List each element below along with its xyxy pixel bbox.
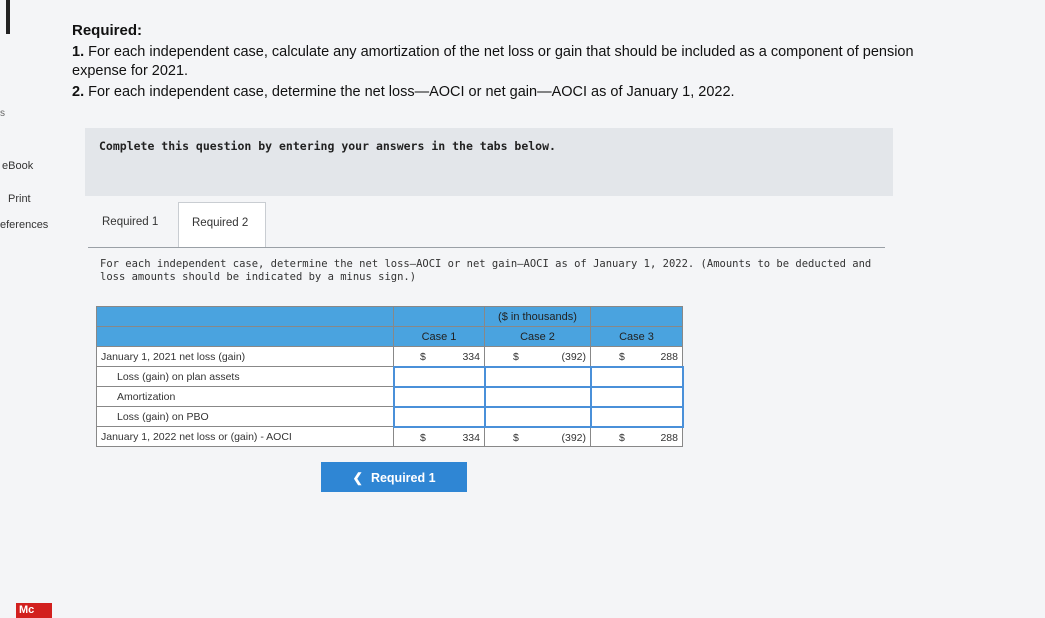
column-header-case-3: Case 3 — [590, 326, 683, 347]
aoci-table: ($ in thousands) Case 1 Case 2 Case 3 Ja… — [96, 306, 684, 447]
currency-symbol: $ — [513, 431, 519, 444]
table-row: Amortization — [96, 385, 684, 408]
table-header-blank-2 — [393, 306, 485, 327]
currency-symbol: $ — [619, 351, 625, 363]
row-label-loss-pbo: Loss (gain) on PBO — [96, 406, 394, 427]
row-label-jan-2022: January 1, 2022 net loss or (gain) - AOC… — [96, 426, 394, 447]
value: (392) — [561, 431, 586, 444]
sidebar-ebook-link[interactable]: eBook — [2, 160, 33, 172]
required-item-1-num: 1. — [72, 44, 85, 60]
value: (392) — [561, 351, 586, 363]
input-case-3-amortization[interactable] — [589, 385, 684, 408]
cell-case-3-jan-2022: $ 288 — [590, 426, 683, 447]
top-edge-mark — [6, 0, 10, 34]
required-item-1: 1. For each independent case, calculate … — [72, 43, 972, 81]
input-case-3-plan-assets[interactable] — [589, 365, 684, 388]
value: 288 — [660, 431, 678, 444]
currency-symbol: $ — [420, 351, 426, 363]
chevron-left-icon: ❮ — [352, 471, 363, 485]
value: 334 — [462, 431, 480, 444]
row-label-loss-plan-assets: Loss (gain) on plan assets — [96, 366, 394, 387]
input-case-2-amortization[interactable] — [483, 385, 592, 408]
tab-required-1[interactable]: Required 1 — [88, 202, 176, 246]
required-item-2-text: For each independent case, determine the… — [88, 84, 735, 100]
value: 288 — [660, 351, 678, 363]
table-header-blank-3 — [590, 306, 683, 327]
cell-case-2-jan-2022: $ (392) — [484, 426, 591, 447]
tab-required-2[interactable]: Required 2 — [178, 202, 266, 248]
currency-symbol: $ — [513, 351, 519, 363]
column-header-case-1: Case 1 — [393, 326, 485, 347]
cell-case-1-jan-2021: $ 334 — [393, 346, 485, 367]
row-label-amortization: Amortization — [96, 386, 394, 407]
question-text: For each independent case, determine the… — [100, 258, 872, 283]
cell-case-3-jan-2021: $ 288 — [590, 346, 683, 367]
column-header-case-2: Case 2 — [484, 326, 591, 347]
left-sidebar: s eBook Print eferences Mc — [0, 0, 58, 618]
currency-symbol: $ — [420, 431, 426, 444]
value: 334 — [462, 351, 480, 363]
instruction-text: Complete this question by entering your … — [99, 139, 556, 153]
units-header: ($ in thousands) — [484, 306, 591, 327]
required-1-nav-button[interactable]: ❮ Required 1 — [321, 462, 467, 492]
table-row: January 1, 2022 net loss or (gain) - AOC… — [96, 426, 683, 447]
instruction-box: Complete this question by entering your … — [85, 128, 893, 196]
sidebar-fragment: s — [0, 108, 5, 119]
cell-case-1-jan-2022: $ 334 — [393, 426, 485, 447]
required-item-2: 2. For each independent case, determine … — [72, 83, 735, 102]
required-item-2-num: 2. — [72, 84, 85, 100]
table-row: January 1, 2021 net loss (gain) $ 334 $ … — [96, 346, 683, 367]
sidebar-references-link[interactable]: eferences — [0, 219, 48, 231]
table-header-blank — [96, 306, 394, 327]
sidebar-print-link[interactable]: Print — [8, 193, 31, 205]
tab-divider — [88, 247, 885, 248]
required-item-1-text: For each independent case, calculate any… — [72, 44, 914, 79]
cell-case-2-jan-2021: $ (392) — [484, 346, 591, 367]
input-case-3-pbo[interactable] — [589, 405, 684, 428]
currency-symbol: $ — [619, 431, 625, 444]
input-case-2-pbo[interactable] — [483, 405, 592, 428]
table-row: Loss (gain) on plan assets — [96, 365, 684, 388]
nav-button-label: Required 1 — [370, 471, 436, 485]
table-header-label-col — [96, 326, 394, 347]
input-case-1-amortization[interactable] — [392, 385, 486, 408]
table-row: Loss (gain) on PBO — [96, 405, 684, 428]
mcgraw-logo: Mc — [16, 603, 52, 618]
input-case-2-plan-assets[interactable] — [483, 365, 592, 388]
required-heading: Required: — [72, 22, 143, 39]
input-case-1-plan-assets[interactable] — [392, 365, 486, 388]
input-case-1-pbo[interactable] — [392, 405, 486, 428]
row-label-jan-2021: January 1, 2021 net loss (gain) — [96, 346, 394, 367]
